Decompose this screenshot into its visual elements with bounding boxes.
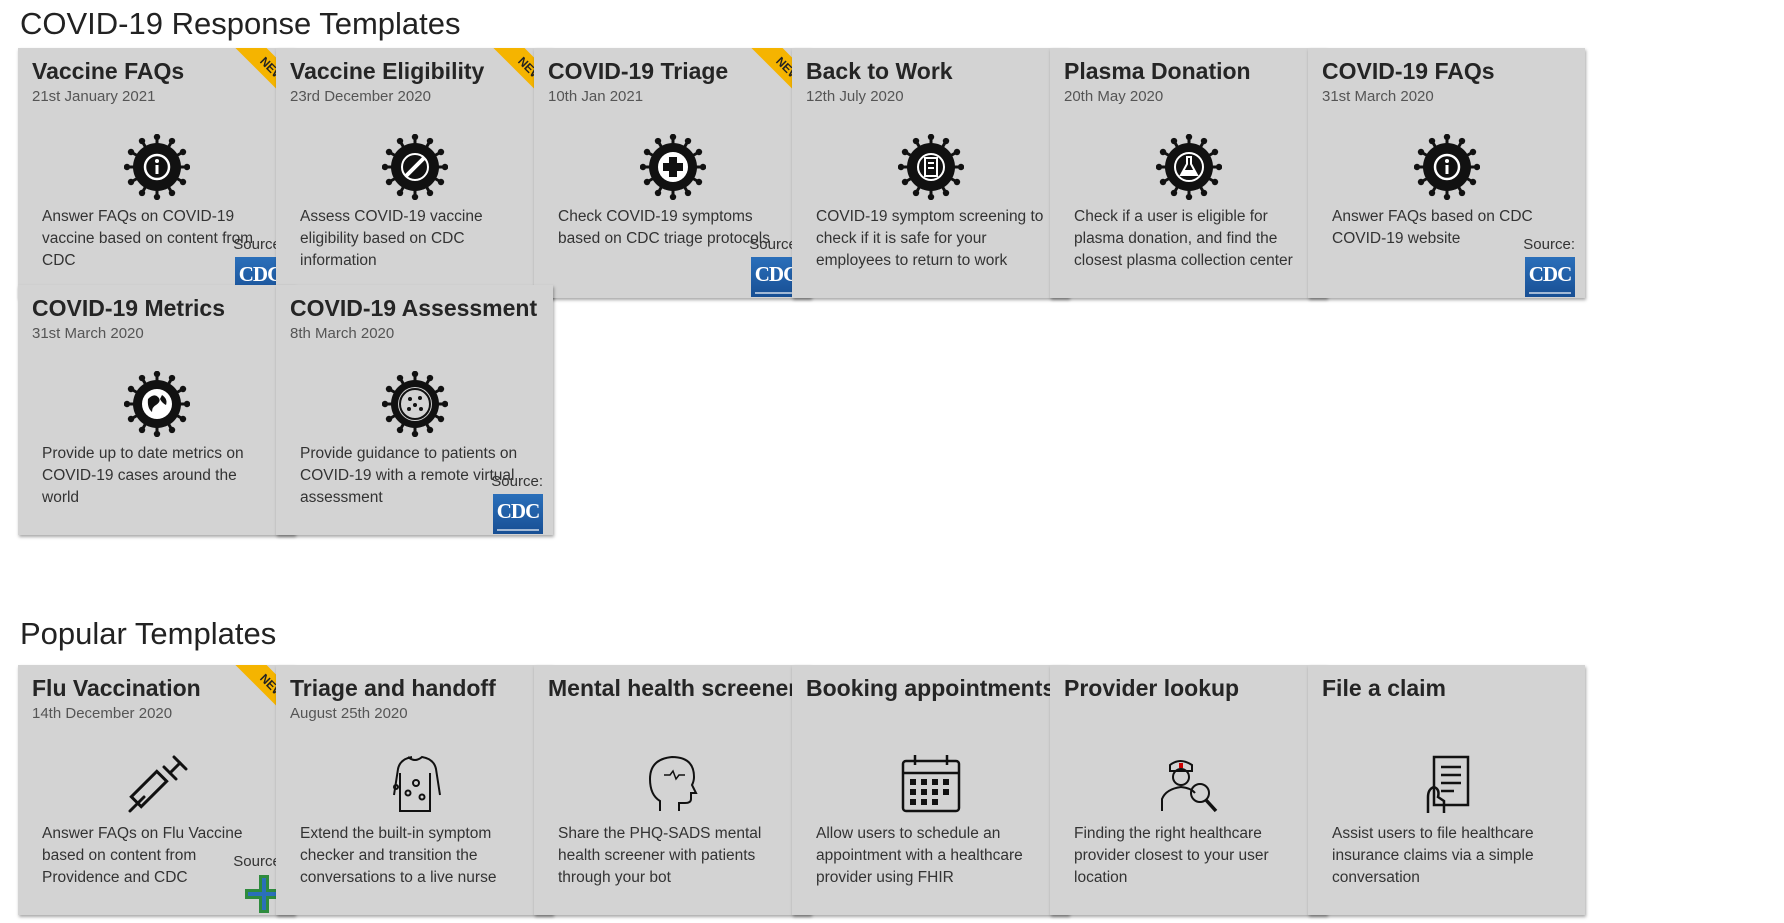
template-card-mental-health-screener[interactable]: Mental health screener Share the PHQ-SADS… xyxy=(534,665,811,915)
body-symptoms-icon xyxy=(382,751,448,817)
card-title: Flu Vaccination xyxy=(32,675,201,701)
card-description: Assist users to file healthcare insuranc… xyxy=(1332,825,1534,886)
template-card-booking-appointments[interactable]: Booking appointments Allow users to sched… xyxy=(792,665,1069,915)
card-title: COVID-19 Metrics xyxy=(32,295,226,321)
covid-section-title: COVID-19 Response Templates xyxy=(20,6,461,41)
virus-info-icon xyxy=(1413,133,1480,201)
cdc-logo: CDC xyxy=(1525,257,1575,297)
template-card-vaccine-eligibility[interactable]: Vaccine Eligibility 23rd December 2020 Ass… xyxy=(276,48,553,298)
source-label: Source: xyxy=(1523,236,1575,253)
card-date: 8th March 2020 xyxy=(290,325,395,342)
card-description: Share the PHQ-SADS mental health screene… xyxy=(558,825,762,886)
template-card-provider-lookup[interactable]: Provider lookup Finding the right healthc… xyxy=(1050,665,1327,915)
card-title: COVID-19 Triage xyxy=(548,58,729,84)
card-description: Provide guidance to patients on COVID-19… xyxy=(300,445,518,506)
template-card-covid-19-metrics[interactable]: COVID-19 Metrics 31st March 2020 Provide u… xyxy=(18,285,295,535)
card-title: Back to Work xyxy=(806,58,953,84)
virus-info-icon xyxy=(123,133,190,201)
template-card-covid-19-assessment[interactable]: COVID-19 Assessment 8th March 2020 Provide… xyxy=(276,285,553,535)
card-date: 23rd December 2020 xyxy=(290,88,431,105)
card-title: COVID-19 Assessment xyxy=(290,295,538,321)
card-title: Triage and handoff xyxy=(290,675,496,701)
virus-flask-icon xyxy=(1155,133,1222,201)
card-description: Check if a user is eligible for plasma d… xyxy=(1074,208,1293,269)
card-title: Plasma Donation xyxy=(1064,58,1251,84)
card-title: Provider lookup xyxy=(1064,675,1240,701)
template-card-plasma-donation[interactable]: Plasma Donation 20th May 2020 Check if a u… xyxy=(1050,48,1327,298)
card-date: 20th May 2020 xyxy=(1064,88,1164,105)
card-date: 31st March 2020 xyxy=(32,325,144,342)
card-title: Vaccine Eligibility xyxy=(290,58,485,84)
card-description: Provide up to date metrics on COVID-19 c… xyxy=(42,445,244,506)
card-description: Extend the built-in symptom checker and … xyxy=(300,825,497,886)
card-date: 31st March 2020 xyxy=(1322,88,1434,105)
card-description: Allow users to schedule an appointment w… xyxy=(816,825,1023,886)
virus-icon xyxy=(381,370,448,438)
card-description: Assess COVID-19 vaccine eligibility base… xyxy=(300,208,483,269)
card-description: Check COVID-19 symptoms based on CDC tri… xyxy=(558,208,770,247)
card-date: 21st January 2021 xyxy=(32,88,156,105)
card-date: 10th Jan 2021 xyxy=(548,88,644,105)
virus-syringe-icon xyxy=(381,133,448,201)
card-date: August 25th 2020 xyxy=(290,705,408,722)
card-title: COVID-19 FAQs xyxy=(1322,58,1495,84)
card-description: Answer FAQs based on CDC COVID-19 websit… xyxy=(1332,208,1533,247)
card-description: Answer FAQs on Flu Vaccine based on cont… xyxy=(42,825,243,886)
calendar-icon xyxy=(898,751,964,817)
virus-building-icon xyxy=(897,133,964,201)
popular-section-title: Popular Templates xyxy=(20,616,277,651)
card-description: Finding the right healthcare provider cl… xyxy=(1074,825,1269,886)
card-description: Answer FAQs on COVID-19 vaccine based on… xyxy=(42,208,254,269)
syringe-icon xyxy=(124,751,190,817)
document-hand-icon xyxy=(1414,751,1480,817)
card-title: File a claim xyxy=(1322,675,1447,701)
head-icon xyxy=(640,751,706,817)
card-date: 14th December 2020 xyxy=(32,705,173,722)
card-date: 12th July 2020 xyxy=(806,88,904,105)
source-label: Source: xyxy=(491,473,543,490)
template-card-back-to-work[interactable]: Back to Work 12th July 2020 COVID-19 sympt… xyxy=(792,48,1069,298)
card-description: COVID-19 symptom screening to check if i… xyxy=(816,208,1044,269)
cdc-logo: CDC xyxy=(493,494,543,534)
template-card-flu-vaccination[interactable]: Flu Vaccination 14th December 2020 Answer … xyxy=(18,665,295,915)
template-card-triage-and-handoff[interactable]: Triage and handoff August 25th 2020 Extend… xyxy=(276,665,553,915)
virus-medical-cross-icon xyxy=(639,133,706,201)
card-title: Mental health screener xyxy=(548,675,798,701)
template-card-covid-19-faqs[interactable]: COVID-19 FAQs 31st March 2020 Answer FAQs … xyxy=(1308,48,1585,298)
template-card-file-a-claim[interactable]: File a claim Assist users to file healthc… xyxy=(1308,665,1585,915)
card-title: Vaccine FAQs xyxy=(32,58,185,84)
template-card-covid-19-triage[interactable]: COVID-19 Triage 10th Jan 2021 Check COVID-… xyxy=(534,48,811,298)
virus-globe-icon xyxy=(123,370,190,438)
doctor-search-icon xyxy=(1156,751,1222,817)
card-title: Booking appointments xyxy=(806,675,1056,701)
template-card-vaccine-faqs[interactable]: Vaccine FAQs 21st January 2021 Answer FAQs… xyxy=(18,48,295,298)
